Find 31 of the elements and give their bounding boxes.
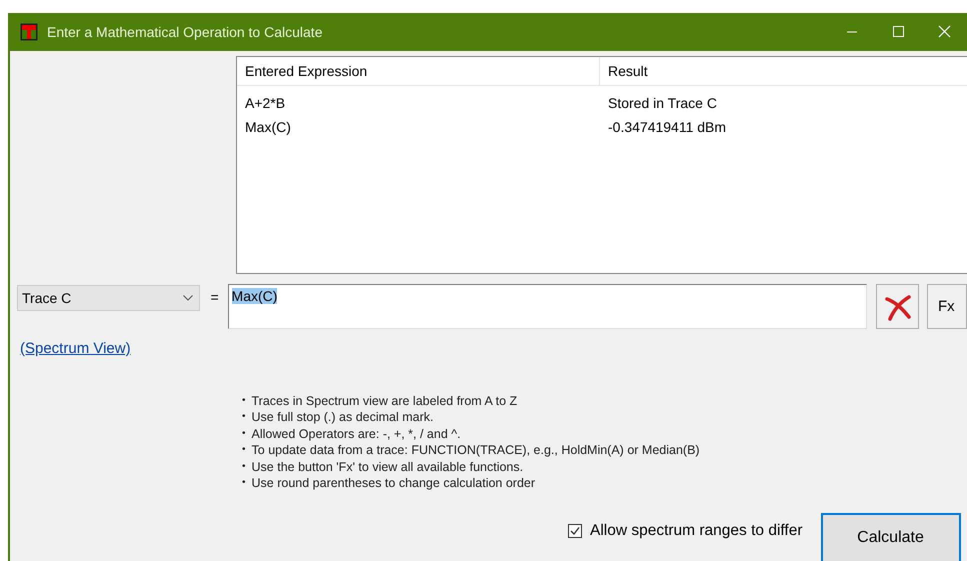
expression-field[interactable]: Max(C) xyxy=(228,284,868,329)
column-header[interactable]: Result xyxy=(600,57,967,85)
equals-sign: = xyxy=(209,289,220,305)
app-icon xyxy=(20,23,38,41)
hint-text: To update data from a trace: FUNCTION(TRACE), e.g., HoldMin(A) or Median(B) xyxy=(252,442,700,459)
hint-text: Allowed Operators are: -, +, *, / and ^. xyxy=(252,426,461,442)
table-cell-text: A+2*B xyxy=(244,95,286,111)
bullet: • xyxy=(242,394,246,408)
trace-dropdown[interactable]: Trace C xyxy=(17,285,200,311)
bullet: • xyxy=(242,476,246,490)
table-cell-text: Max(C) xyxy=(244,119,292,135)
window-title: Enter a Mathematical Operation to Calculate xyxy=(47,24,322,40)
hint-text: Traces in Spectrum view are labeled from A to Z xyxy=(252,393,518,410)
table-cell-text: Stored in Trace C xyxy=(607,95,718,111)
fx-button[interactable]: Fx xyxy=(927,284,967,329)
bullet: • xyxy=(242,460,246,474)
hint-text: Use the button 'Fx' to view all available functions. xyxy=(252,458,524,476)
hint-text: Use round parentheses to change calculation order xyxy=(252,475,536,492)
bullet: • xyxy=(242,426,246,441)
cross-icon xyxy=(884,292,912,320)
allow-ranges-checkbox[interactable]: Allow spectrum ranges to differ xyxy=(568,522,803,540)
chevron-icon xyxy=(182,295,193,301)
table-cell-text: -0.347419411 dBm xyxy=(607,119,728,135)
spectrum-view-link[interactable]: (Spectrum View) xyxy=(20,340,131,357)
calculate-button[interactable]: Calculate xyxy=(820,513,961,561)
bullet: • xyxy=(242,410,246,424)
column-header[interactable]: Entered Expression xyxy=(237,57,600,85)
bullet: • xyxy=(242,443,246,458)
checkbox[interactable] xyxy=(568,524,582,538)
hint-text: Use full stop (.) as decimal mark. xyxy=(252,409,434,426)
clear-button[interactable] xyxy=(876,284,919,329)
